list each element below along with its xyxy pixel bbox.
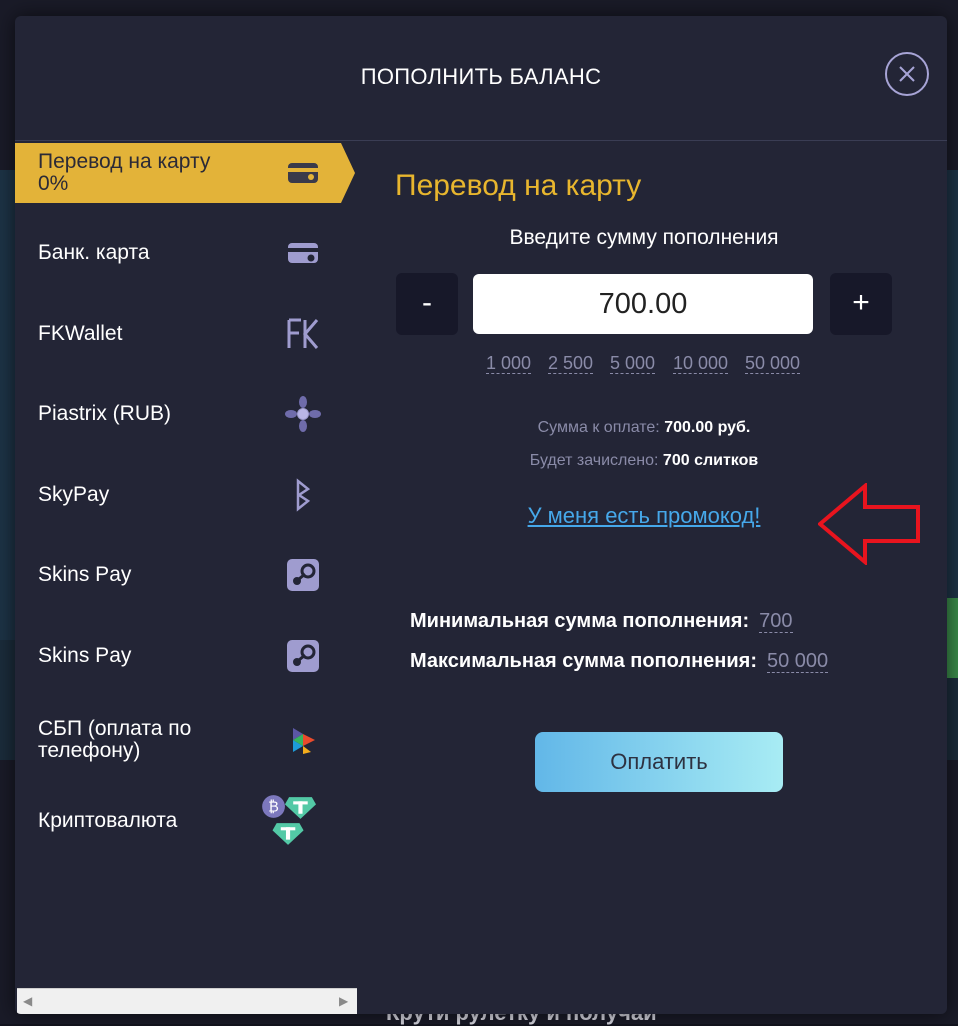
piastrix-icon <box>285 396 321 432</box>
sbp-icon <box>293 728 315 754</box>
method-title: Перевод на карту <box>395 169 642 202</box>
method-sbp[interactable]: СБП (оплата по телефону) <box>15 706 341 774</box>
preset-amount[interactable]: 50 000 <box>745 353 801 374</box>
credited-value: 700 слитков <box>662 452 759 469</box>
preset-amount[interactable]: 1 000 <box>486 353 532 374</box>
method-crypto[interactable]: Криптовалюта ₿ <box>15 789 341 853</box>
payment-form: Перевод на карту Введите сумму пополнени… <box>380 141 920 991</box>
bank-card-icon <box>288 243 318 263</box>
method-bank-card[interactable]: Банк. карта <box>15 223 341 283</box>
fk-logo-icon <box>287 318 319 349</box>
payment-methods-sidebar: Перевод на карту 0% Банк. карта FKWallet… <box>15 141 355 991</box>
promo-code-link[interactable]: У меня есть промокод! <box>528 503 761 528</box>
pay-button[interactable]: Оплатить <box>535 732 783 792</box>
method-skins-pay-1[interactable]: Skins Pay <box>15 545 341 605</box>
method-label: Piastrix (RUB) <box>38 402 172 425</box>
method-label: Перевод на карту 0% <box>38 150 211 195</box>
svg-text:₿: ₿ <box>268 800 279 816</box>
card-icon <box>288 163 318 183</box>
method-card-transfer[interactable]: Перевод на карту 0% <box>15 143 355 203</box>
steam-icon <box>287 640 319 672</box>
preset-amount[interactable]: 10 000 <box>673 353 729 374</box>
amount-input[interactable] <box>473 274 813 334</box>
background-green-button <box>946 598 958 678</box>
crypto-icon: ₿ <box>262 795 316 845</box>
method-label: FKWallet <box>38 322 123 345</box>
close-icon <box>899 66 915 82</box>
horizontal-scrollbar[interactable]: ◀ ▶ <box>17 988 357 1014</box>
preset-amount[interactable]: 2 500 <box>548 353 594 374</box>
method-skypay[interactable]: SkyPay <box>15 465 341 525</box>
method-label: SkyPay <box>38 483 110 506</box>
to-pay-label: Сумма к оплате: <box>537 419 660 436</box>
credited-line: Будет зачислено: 700 слитков <box>380 452 908 470</box>
steam-icon <box>287 559 319 591</box>
red-arrow-annotation <box>818 483 920 565</box>
max-amount-value: 50 000 <box>766 650 829 673</box>
method-label: Банк. карта <box>38 241 150 264</box>
preset-amount[interactable]: 5 000 <box>610 353 656 374</box>
method-label: Skins Pay <box>38 563 132 586</box>
min-amount-label: Минимальная сумма пополнения: <box>410 610 750 632</box>
scroll-left-icon[interactable]: ◀ <box>23 994 32 1008</box>
deposit-modal: ПОПОЛНИТЬ БАЛАНС Перевод на карту 0% Бан… <box>15 16 947 1014</box>
skypay-icon <box>296 478 311 512</box>
decrease-button[interactable]: - <box>396 273 458 335</box>
method-label: Skins Pay <box>38 644 132 667</box>
modal-header: ПОПОЛНИТЬ БАЛАНС <box>15 16 947 141</box>
method-label: СБП (оплата по телефону) <box>38 717 192 762</box>
increase-button[interactable]: + <box>830 273 892 335</box>
method-fkwallet[interactable]: FKWallet <box>15 304 341 364</box>
to-pay-line: Сумма к оплате: 700.00 руб. <box>380 419 908 437</box>
amount-presets: 1 000 2 500 5 000 10 000 50 000 <box>380 353 920 377</box>
max-amount-label: Максимальная сумма пополнения: <box>410 650 757 672</box>
method-label: Криптовалюта <box>38 809 178 832</box>
credited-label: Будет зачислено: <box>529 452 659 469</box>
method-piastrix[interactable]: Piastrix (RUB) <box>15 384 341 444</box>
scroll-right-icon[interactable]: ▶ <box>339 994 348 1008</box>
method-skins-pay-2[interactable]: Skins Pay <box>15 626 341 686</box>
min-amount-value: 700 <box>759 610 793 633</box>
min-amount-line: Минимальная сумма пополнения: 700 <box>410 610 793 633</box>
to-pay-value: 700.00 руб. <box>664 419 751 436</box>
close-button[interactable] <box>885 52 929 96</box>
modal-title: ПОПОЛНИТЬ БАЛАНС <box>360 64 602 89</box>
max-amount-line: Максимальная сумма пополнения: 50 000 <box>410 650 829 673</box>
amount-prompt: Введите сумму пополнения <box>509 226 779 249</box>
